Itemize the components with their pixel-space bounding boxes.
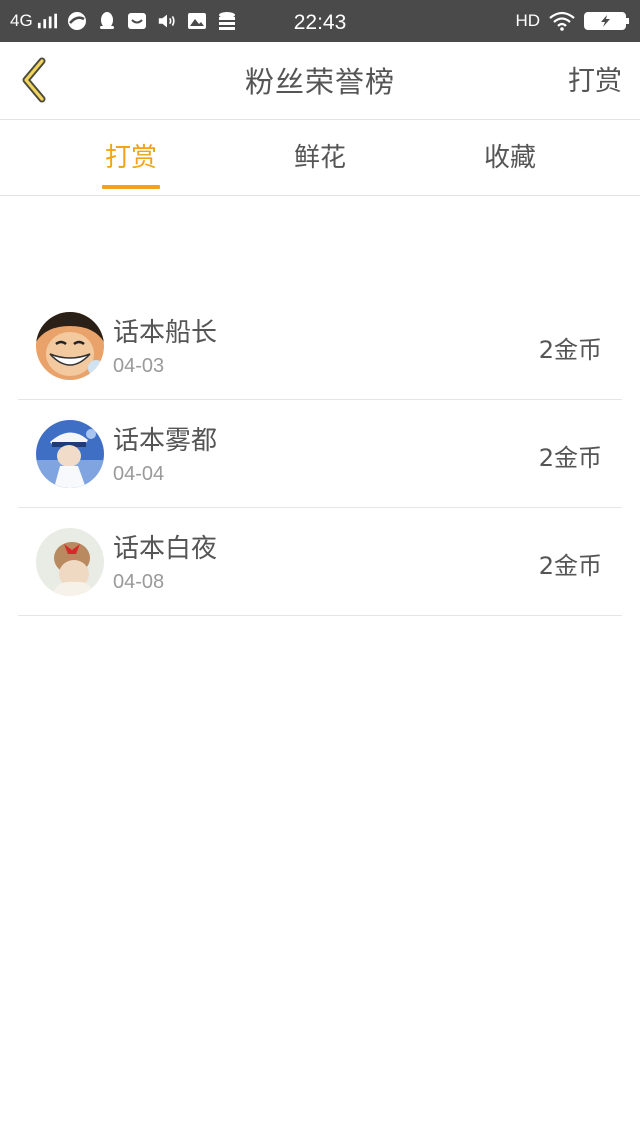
reward-amount: 2金币 (538, 336, 602, 364)
avatar (36, 528, 104, 596)
status-right: HD (515, 0, 630, 42)
reward-amount: 2金币 (538, 444, 602, 472)
app-header: 粉丝荣誉榜 打赏 (0, 42, 640, 120)
avatar (36, 420, 104, 488)
list-item[interactable]: 话本雾都 04-04 2金币 (18, 400, 622, 508)
battery-icon (584, 11, 630, 31)
list-item[interactable]: 话本白夜 04-08 2金币 (18, 508, 622, 616)
reward-amount: 2金币 (538, 552, 602, 580)
avatar (36, 312, 104, 380)
tab-favorites[interactable]: 收藏 (474, 121, 546, 196)
reward-date: 04-08 (113, 571, 165, 593)
reward-button[interactable]: 打赏 (568, 42, 622, 120)
page-title: 粉丝荣誉榜 (244, 65, 395, 99)
reward-date: 04-03 (113, 355, 165, 377)
status-bar: 4G 22:43 HD (0, 0, 640, 42)
hd-indicator: HD (515, 11, 540, 30)
tab-flowers[interactable]: 鲜花 (285, 121, 355, 196)
fan-name: 话本雾都 (113, 426, 218, 456)
list-item[interactable]: 话本船长 04-03 2金币 (18, 292, 622, 400)
fan-name: 话本白夜 (113, 534, 218, 564)
active-tab-indicator (102, 185, 160, 189)
wifi-icon (548, 11, 576, 31)
fan-list: 话本船长 04-03 2金币 话本雾都 04-04 2金币 话本白夜 04-08… (18, 292, 622, 616)
reward-date: 04-04 (113, 463, 165, 485)
fan-name: 话本船长 (113, 318, 218, 348)
tab-bar: 打赏 鲜花 收藏 (0, 121, 640, 196)
